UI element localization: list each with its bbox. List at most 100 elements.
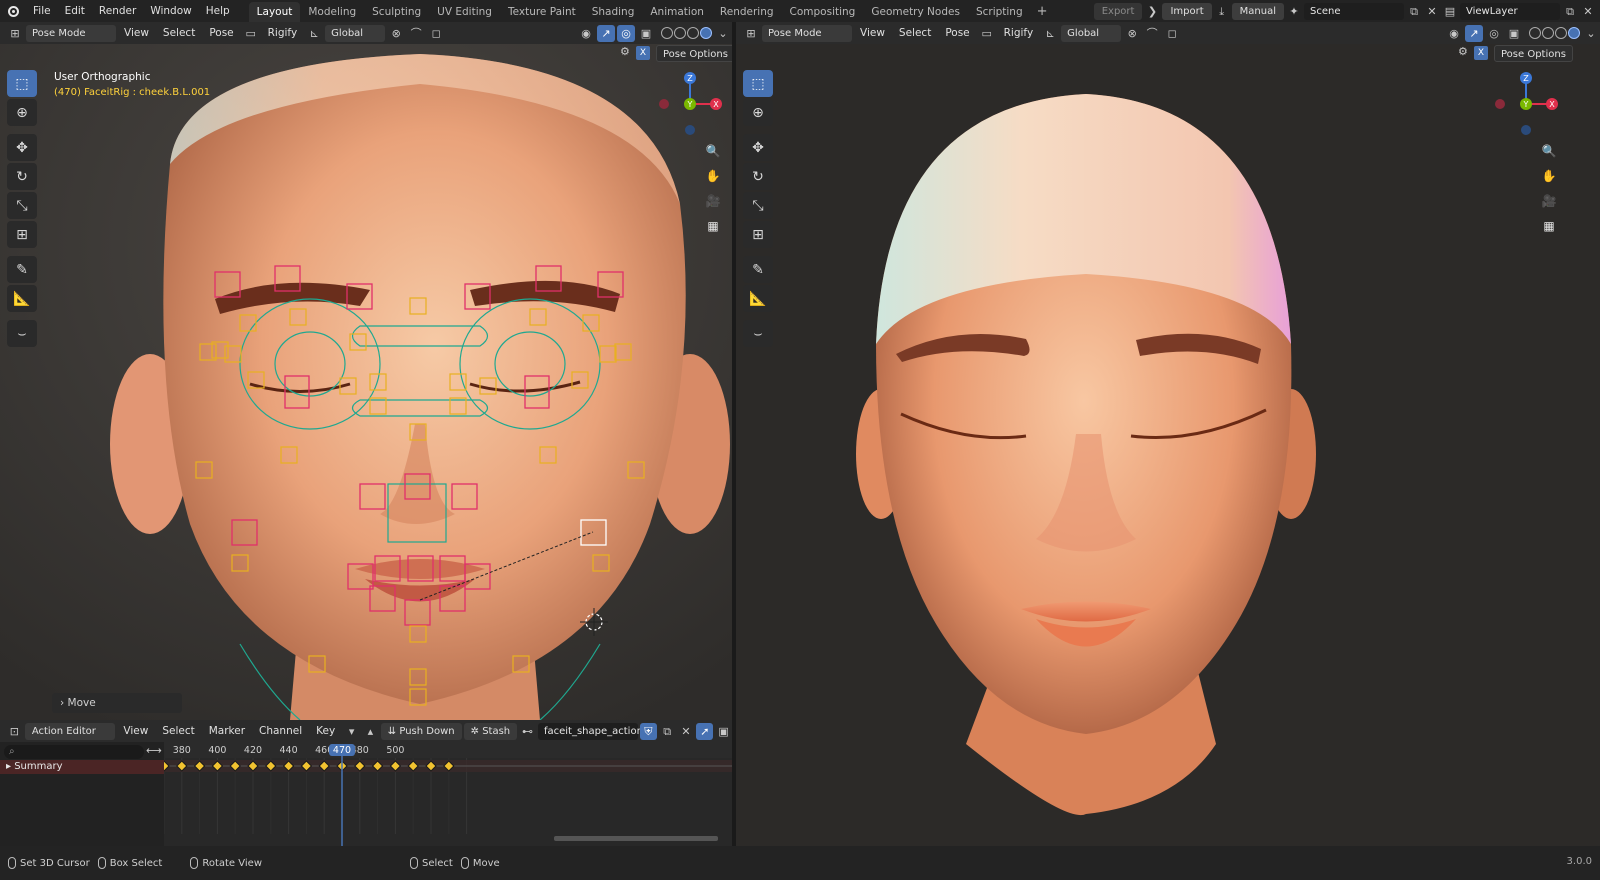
- menu-channel[interactable]: Channel: [253, 720, 308, 742]
- blender-logo-icon[interactable]: [0, 0, 26, 22]
- cursor-tool-icon[interactable]: ⊕: [743, 99, 773, 126]
- mirror-x-toggle[interactable]: X: [636, 46, 650, 60]
- close-view-layer-icon[interactable]: ✕: [1580, 3, 1596, 20]
- xray-icon[interactable]: ▣: [637, 25, 655, 42]
- material-shading-icon[interactable]: [1555, 27, 1567, 39]
- menu-view[interactable]: View: [854, 22, 891, 44]
- pose-library-icon[interactable]: ▭: [242, 25, 260, 42]
- select-box-tool-icon[interactable]: ⬚: [7, 70, 37, 97]
- last-operation-panel[interactable]: › Move: [52, 693, 182, 713]
- copy-scene-icon[interactable]: ⧉: [1406, 3, 1422, 20]
- filters-icon[interactable]: ▣: [715, 723, 732, 740]
- solid-shading-icon[interactable]: [674, 27, 686, 39]
- rendered-shading-icon[interactable]: [1568, 27, 1580, 39]
- right-3d-viewport[interactable]: ⬚ ⊕ ✥ ↻ ⤡ ⊞ ✎ 📐 ⌣ Z X Y 🔍 ✋ 🎥 ▦ Pose Opt…: [736, 44, 1600, 846]
- orientation-dropdown[interactable]: Global: [1061, 24, 1122, 42]
- gizmo-toggle-icon[interactable]: ↗: [1465, 24, 1483, 42]
- menu-help[interactable]: Help: [199, 0, 237, 22]
- menu-render[interactable]: Render: [92, 0, 143, 22]
- gizmo-toggle-icon[interactable]: ↗: [597, 24, 615, 42]
- swap-icon[interactable]: ⟷: [146, 744, 162, 757]
- push-down-button[interactable]: ⇊ Push Down: [380, 722, 462, 740]
- tab-animation[interactable]: Animation: [642, 2, 712, 22]
- menu-view[interactable]: View: [118, 22, 155, 44]
- move-tool-icon[interactable]: ✥: [743, 134, 773, 161]
- menu-rigify[interactable]: Rigify: [262, 22, 304, 44]
- dopesheet-timeline[interactable]: 380 400 420 440 460 480 500 470: [164, 742, 732, 846]
- pose-options-dropdown[interactable]: Pose Options: [656, 45, 732, 62]
- unlink-action-icon[interactable]: ✕: [678, 723, 695, 740]
- tab-uv-editing[interactable]: UV Editing: [429, 2, 500, 22]
- xray-icon[interactable]: ▣: [1505, 25, 1523, 42]
- rotate-tool-icon[interactable]: ↻: [743, 163, 773, 190]
- annotate-tool-icon[interactable]: ✎: [7, 256, 37, 283]
- transform-tool-icon[interactable]: ⊞: [7, 221, 37, 248]
- pan-hand-icon[interactable]: ✋: [702, 165, 724, 187]
- tab-sculpting[interactable]: Sculpting: [364, 2, 429, 22]
- interpolation-icon[interactable]: ▴: [362, 723, 379, 740]
- solid-shading-icon[interactable]: [1542, 27, 1554, 39]
- editor-type-icon[interactable]: ⊞: [6, 25, 24, 42]
- shading-options-icon[interactable]: ⌄: [1582, 25, 1600, 42]
- pose-tool-icon[interactable]: ⌣: [7, 320, 37, 347]
- wireframe-shading-icon[interactable]: [1529, 27, 1541, 39]
- close-scene-icon[interactable]: ✕: [1424, 3, 1440, 20]
- pivot-icon[interactable]: ⊗: [1123, 25, 1141, 42]
- rendered-shading-icon[interactable]: [700, 27, 712, 39]
- left-3d-viewport[interactable]: User Orthographic (470) FaceitRig : chee…: [0, 44, 732, 720]
- stash-button[interactable]: ✲ Stash: [463, 722, 518, 740]
- expand-triangle-icon[interactable]: ▸: [6, 761, 14, 772]
- annotate-tool-icon[interactable]: ✎: [743, 256, 773, 283]
- keyframe-type-icon[interactable]: ▾: [343, 723, 360, 740]
- scene-field[interactable]: Scene: [1304, 2, 1404, 20]
- navigation-gizmo[interactable]: Z X Y: [1492, 68, 1562, 138]
- material-shading-icon[interactable]: [687, 27, 699, 39]
- move-tool-icon[interactable]: ✥: [7, 134, 37, 161]
- proportional-icon[interactable]: ◻: [427, 25, 445, 42]
- summary-channel[interactable]: ▸ Summary: [0, 760, 164, 774]
- pan-hand-icon[interactable]: ✋: [1538, 165, 1560, 187]
- menu-pose[interactable]: Pose: [939, 22, 975, 44]
- rotate-tool-icon[interactable]: ↻: [7, 163, 37, 190]
- menu-select[interactable]: Select: [157, 22, 201, 44]
- tab-shading[interactable]: Shading: [584, 2, 643, 22]
- proportional-icon[interactable]: ◻: [1163, 25, 1181, 42]
- action-browse-icon[interactable]: ⊷: [519, 723, 536, 740]
- measure-tool-icon[interactable]: 📐: [743, 285, 773, 312]
- menu-rigify[interactable]: Rigify: [998, 22, 1040, 44]
- view-layer-field[interactable]: ViewLayer: [1460, 2, 1560, 20]
- copy-view-layer-icon[interactable]: ⧉: [1562, 3, 1578, 20]
- pose-tool-icon[interactable]: ⌣: [743, 320, 773, 347]
- horizontal-scrollbar[interactable]: [554, 836, 718, 841]
- duplicate-action-icon[interactable]: ⧉: [659, 723, 676, 740]
- orientation-dropdown[interactable]: Global: [325, 24, 386, 42]
- pivot-icon[interactable]: ⊗: [387, 25, 405, 42]
- perspective-grid-icon[interactable]: ▦: [1538, 215, 1560, 237]
- add-workspace-button[interactable]: +: [1031, 2, 1054, 22]
- menu-marker[interactable]: Marker: [203, 720, 251, 742]
- menu-edit[interactable]: Edit: [58, 0, 92, 22]
- cursor-tool-icon[interactable]: ⊕: [7, 99, 37, 126]
- scale-tool-icon[interactable]: ⤡: [743, 192, 773, 219]
- current-frame-indicator[interactable]: 470: [333, 745, 351, 756]
- wireframe-shading-icon[interactable]: [661, 27, 673, 39]
- visibility-icon[interactable]: ◉: [577, 25, 595, 42]
- export-button[interactable]: Export: [1093, 2, 1143, 20]
- camera-icon[interactable]: 🎥: [702, 190, 724, 212]
- menu-select[interactable]: Select: [156, 720, 200, 742]
- options-settings-icon[interactable]: ⚙: [620, 45, 630, 58]
- transform-tool-icon[interactable]: ⊞: [743, 221, 773, 248]
- tab-scripting[interactable]: Scripting: [968, 2, 1031, 22]
- action-editor-mode-dropdown[interactable]: Action Editor: [24, 722, 116, 740]
- mode-dropdown[interactable]: Pose Mode: [762, 24, 852, 42]
- tab-layout[interactable]: Layout: [248, 2, 301, 22]
- menu-view[interactable]: View: [117, 720, 154, 742]
- scale-tool-icon[interactable]: ⤡: [7, 192, 37, 219]
- channel-search-input[interactable]: ⌕: [4, 745, 144, 759]
- menu-key[interactable]: Key: [310, 720, 341, 742]
- menu-pose[interactable]: Pose: [203, 22, 239, 44]
- menu-select[interactable]: Select: [893, 22, 937, 44]
- editor-type-icon[interactable]: ⊞: [742, 25, 760, 42]
- navigation-gizmo[interactable]: Z X Y: [656, 68, 726, 138]
- snap-icon[interactable]: ⌒: [1143, 25, 1161, 42]
